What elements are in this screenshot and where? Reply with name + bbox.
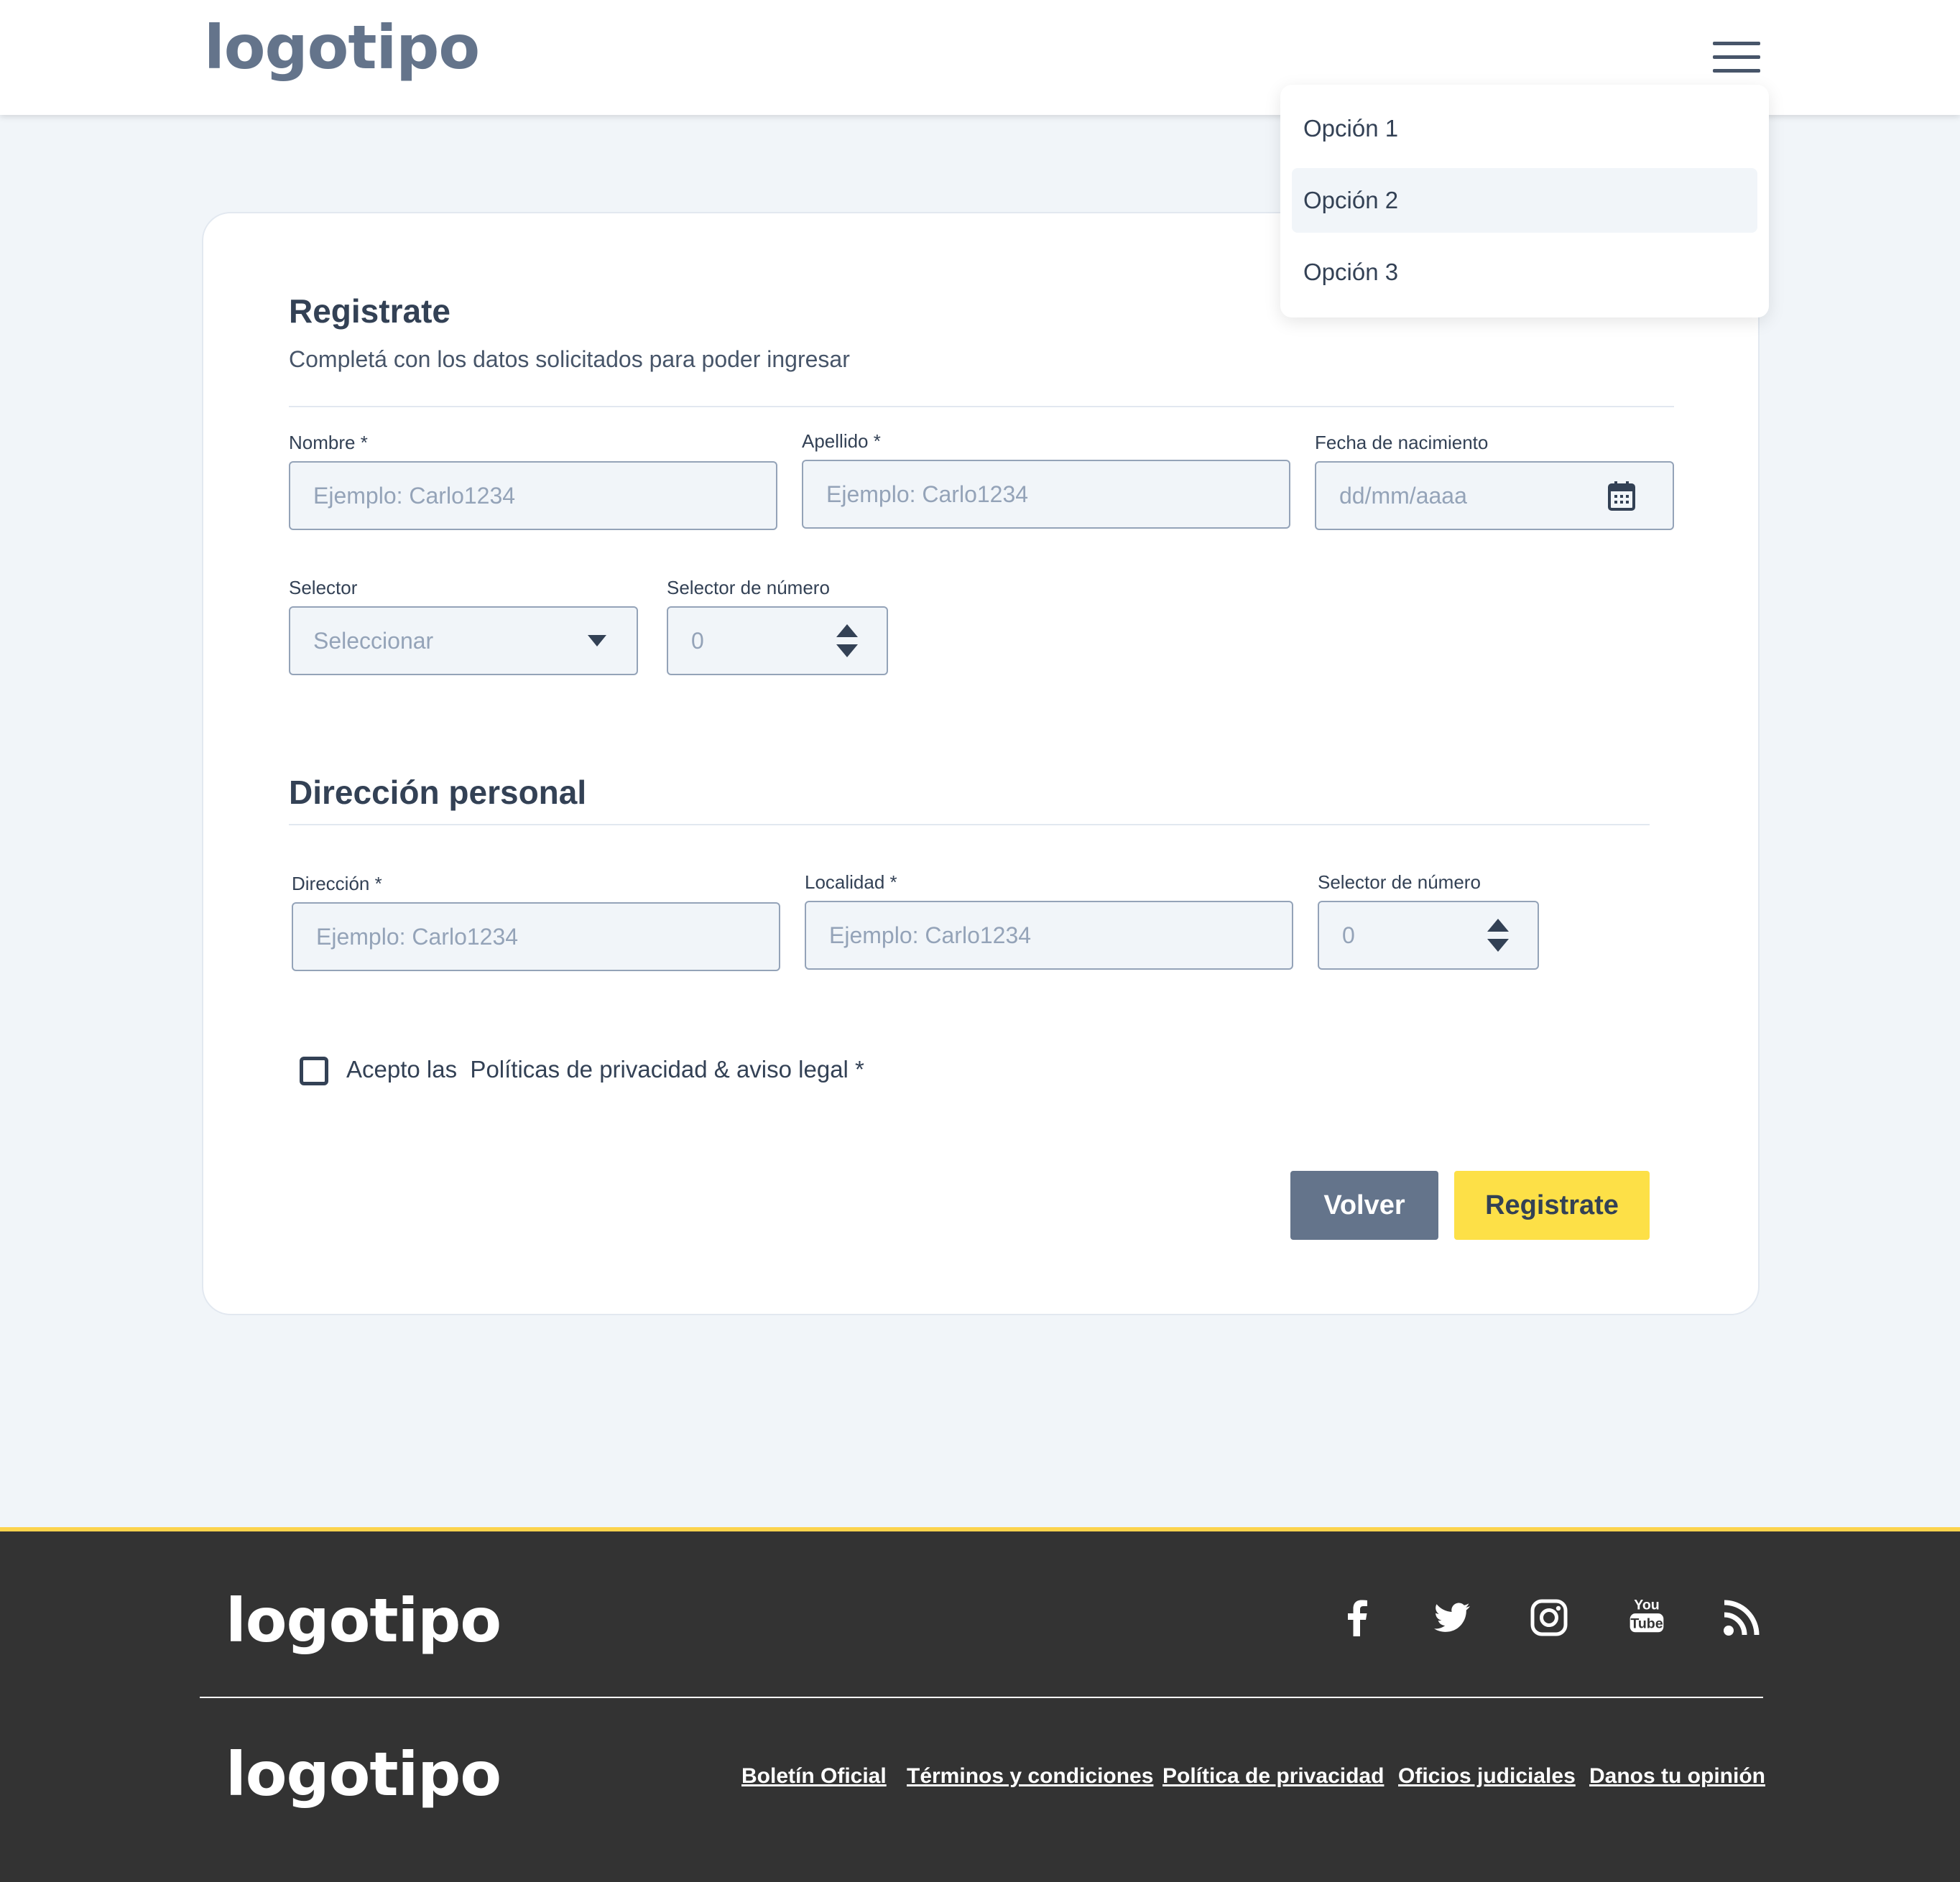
address-title: Dirección personal xyxy=(289,774,587,811)
dropdown-menu: Opción 1 Opción 2 Opción 3 xyxy=(1280,85,1769,317)
back-button[interactable]: Volver xyxy=(1290,1171,1438,1240)
menu-item-opcion-3[interactable]: Opción 3 xyxy=(1292,240,1757,305)
form-divider xyxy=(289,406,1674,407)
localidad-label: Localidad * xyxy=(805,871,897,893)
direccion-input[interactable]: Ejemplo: Carlo1234 xyxy=(292,902,780,971)
menu-item-opcion-2[interactable]: Opción 2 xyxy=(1292,168,1757,233)
nombre-placeholder: Ejemplo: Carlo1234 xyxy=(313,482,516,509)
nombre-label: Nombre * xyxy=(289,432,368,453)
footer-link-terminos[interactable]: Términos y condiciones xyxy=(907,1766,1153,1787)
header-logo[interactable]: logotipo xyxy=(204,17,480,78)
selector-value: Seleccionar xyxy=(313,627,434,654)
footer xyxy=(0,1527,1960,1882)
footer-link-privacidad[interactable]: Política de privacidad xyxy=(1162,1766,1384,1787)
footer-logo-bottom[interactable]: logotipo xyxy=(226,1744,501,1804)
terms-checkbox[interactable] xyxy=(300,1057,328,1085)
nombre-input[interactable]: Ejemplo: Carlo1234 xyxy=(289,461,777,530)
youtube-icon[interactable]: You Tube xyxy=(1627,1595,1667,1635)
terms-label[interactable]: Acepto las Políticas de privacidad & avi… xyxy=(346,1057,864,1081)
footer-logo[interactable]: logotipo xyxy=(226,1590,501,1651)
numero2-label: Selector de número xyxy=(1318,871,1481,893)
selector-dropdown[interactable]: Seleccionar xyxy=(289,606,638,675)
form-title: Registrate xyxy=(289,292,450,330)
youtube-you-text: You xyxy=(1634,1598,1660,1613)
instagram-icon[interactable] xyxy=(1529,1598,1569,1638)
fecha-label: Fecha de nacimiento xyxy=(1315,432,1489,453)
twitter-icon[interactable] xyxy=(1433,1598,1473,1638)
footer-link-boletin[interactable]: Boletín Oficial xyxy=(741,1766,887,1787)
footer-link-oficios[interactable]: Oficios judiciales xyxy=(1398,1766,1576,1787)
direccion-label: Dirección * xyxy=(292,873,382,894)
footer-link-opinion[interactable]: Danos tu opinión xyxy=(1589,1766,1765,1787)
localidad-placeholder: Ejemplo: Carlo1234 xyxy=(829,922,1032,948)
register-button[interactable]: Registrate xyxy=(1454,1171,1650,1240)
fecha-input[interactable]: dd/mm/aaaa xyxy=(1315,461,1674,530)
registration-card xyxy=(202,212,1760,1315)
selector-label: Selector xyxy=(289,577,358,598)
fecha-placeholder: dd/mm/aaaa xyxy=(1339,482,1467,509)
numero-value: 0 xyxy=(691,627,704,654)
numero2-stepper[interactable]: 0 xyxy=(1318,901,1539,970)
facebook-icon[interactable] xyxy=(1338,1598,1378,1638)
menu-item-opcion-1[interactable]: Opción 1 xyxy=(1292,96,1757,161)
numero-stepper[interactable]: 0 xyxy=(667,606,888,675)
stepper-arrows-icon[interactable] xyxy=(836,624,858,657)
localidad-input[interactable]: Ejemplo: Carlo1234 xyxy=(805,901,1293,970)
numero-label: Selector de número xyxy=(667,577,830,598)
stepper-arrows-icon[interactable] xyxy=(1487,919,1509,952)
hamburger-menu-icon[interactable] xyxy=(1713,42,1760,73)
numero2-value: 0 xyxy=(1342,922,1355,948)
form-subtitle: Completá con los datos solicitados para … xyxy=(289,346,850,372)
chevron-down-icon xyxy=(588,635,606,646)
footer-divider xyxy=(200,1697,1763,1698)
apellido-input[interactable]: Ejemplo: Carlo1234 xyxy=(802,460,1290,529)
rss-icon[interactable] xyxy=(1721,1598,1762,1638)
direccion-placeholder: Ejemplo: Carlo1234 xyxy=(316,923,519,950)
calendar-icon[interactable] xyxy=(1608,481,1635,511)
apellido-placeholder: Ejemplo: Carlo1234 xyxy=(826,481,1029,507)
youtube-tube-text: Tube xyxy=(1630,1616,1663,1632)
address-divider xyxy=(289,824,1650,825)
apellido-label: Apellido * xyxy=(802,430,881,452)
